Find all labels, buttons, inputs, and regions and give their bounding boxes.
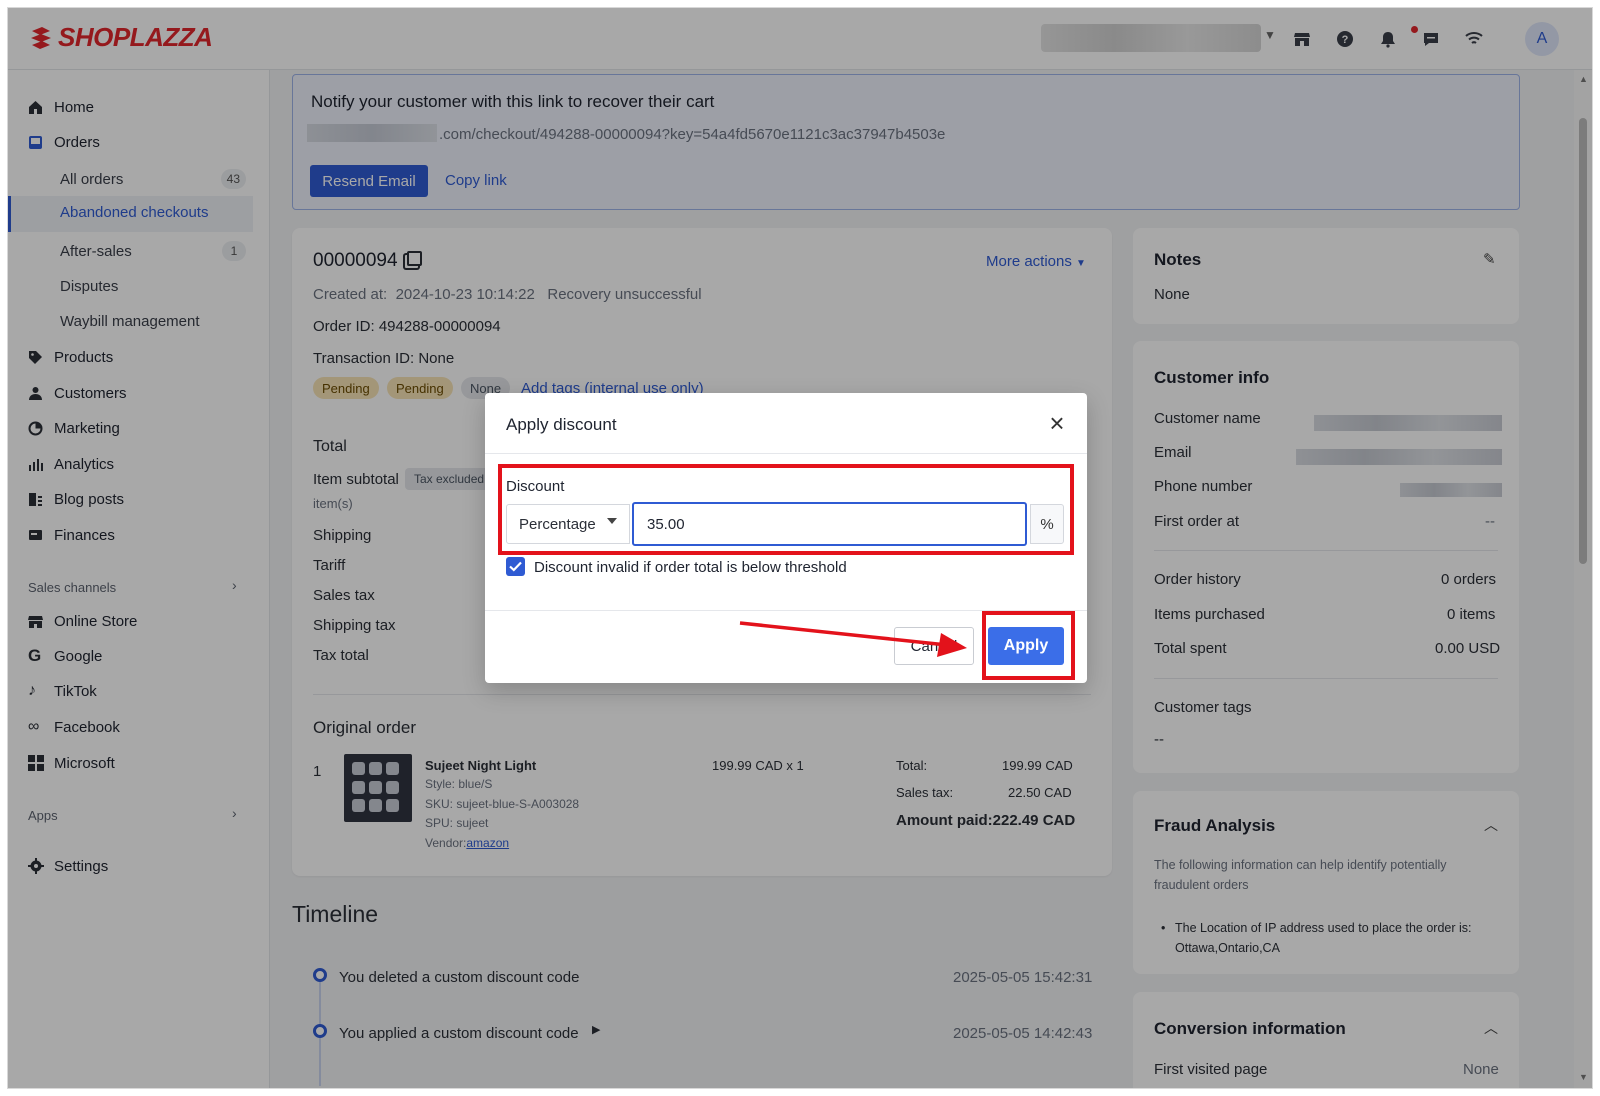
highlight-box bbox=[498, 464, 1074, 555]
annotation-arrow bbox=[739, 621, 967, 657]
threshold-checkbox[interactable] bbox=[506, 557, 525, 576]
app-window: SHOPLAZZA ▼ ? A Home Orders All orders 4… bbox=[7, 7, 1593, 1089]
dialog-title: Apply discount bbox=[506, 415, 617, 434]
close-icon[interactable]: × bbox=[1045, 410, 1069, 436]
apply-discount-dialog: Apply discount × Discount Percentage % D… bbox=[485, 393, 1087, 683]
checkmark-icon bbox=[509, 561, 522, 572]
threshold-label: Discount invalid if order total is below… bbox=[534, 559, 847, 576]
divider bbox=[485, 453, 1087, 454]
highlight-box bbox=[982, 611, 1075, 680]
